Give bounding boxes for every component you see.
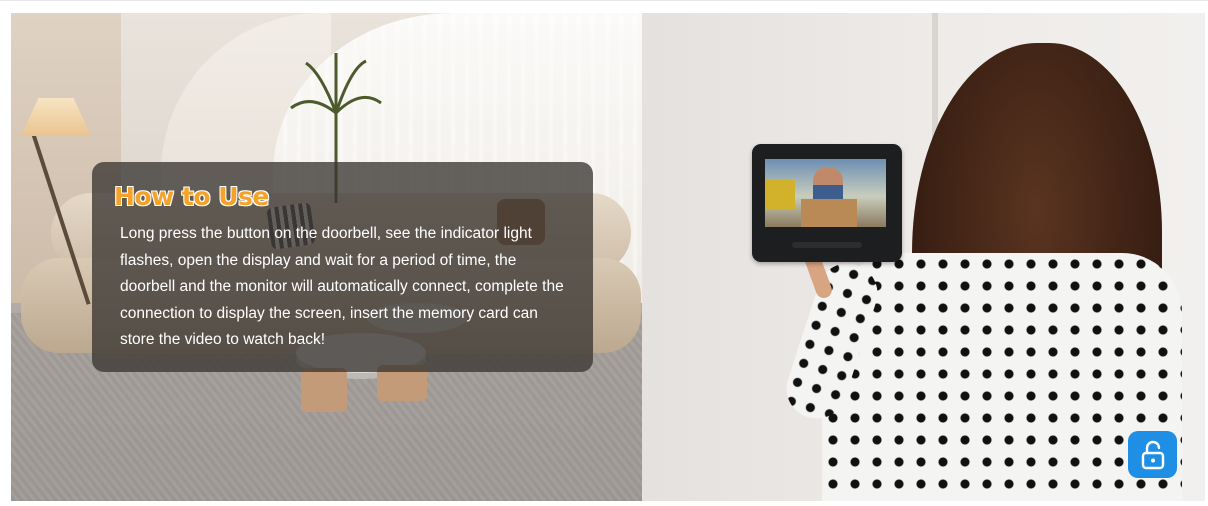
parcel-box <box>801 199 857 227</box>
monitor-buttons <box>792 242 862 248</box>
unlock-button[interactable] <box>1128 431 1177 478</box>
product-banner: How to Use Long press the button on the … <box>0 0 1208 506</box>
how-to-use-card: How to Use Long press the button on the … <box>92 162 593 372</box>
indoor-monitor <box>752 144 902 262</box>
section-description: Long press the button on the doorbell, s… <box>120 225 564 348</box>
monitor-screen <box>765 159 886 227</box>
table-leg <box>301 368 347 412</box>
doorbell-usage-image <box>642 13 1205 501</box>
unlock-icon <box>1141 440 1164 469</box>
delivery-truck <box>765 179 795 209</box>
section-title: How to Use <box>113 181 270 212</box>
